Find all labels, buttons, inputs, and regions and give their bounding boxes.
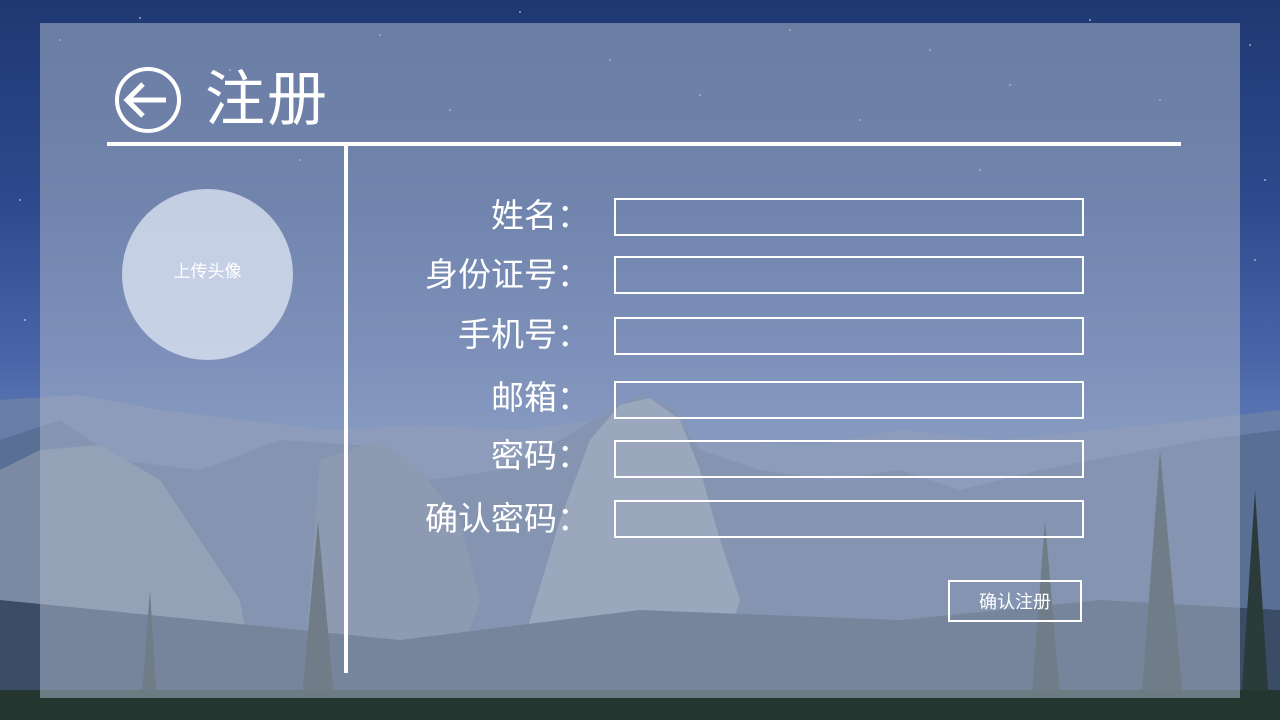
id-number-label: 身份证号： [425,255,590,294]
header-divider [107,142,1181,146]
back-button[interactable] [114,66,182,134]
email-input[interactable] [614,381,1084,419]
page-title: 注册 [205,65,329,135]
background-scene: 注册 上传头像 姓名： 身份证号： 手机号： 邮箱： 密码： 确认密码： 确认注… [0,0,1280,720]
confirm-register-button[interactable]: 确认注册 [948,580,1082,622]
name-input[interactable] [614,198,1084,236]
confirm-password-input[interactable] [614,500,1084,538]
upload-avatar-label: 上传头像 [173,262,242,282]
email-label: 邮箱： [491,378,590,417]
password-label: 密码： [491,436,590,475]
password-input[interactable] [614,440,1084,478]
confirm-password-label: 确认密码： [425,499,590,538]
id-number-input[interactable] [614,256,1084,294]
upload-avatar-button[interactable]: 上传头像 [122,189,293,360]
name-label: 姓名： [491,196,590,235]
phone-label: 手机号： [458,315,590,354]
sidebar-divider [344,144,348,673]
phone-input[interactable] [614,317,1084,355]
arrow-left-circle-icon [115,67,181,133]
